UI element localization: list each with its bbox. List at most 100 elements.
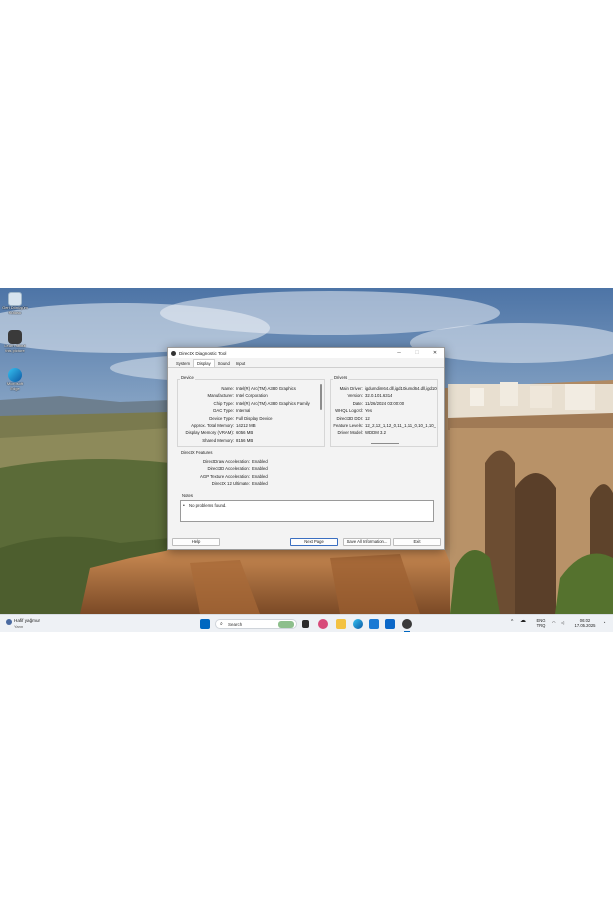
notes-text: No problems found. — [188, 503, 227, 508]
info-value: 32.0.101.6314 — [365, 393, 393, 399]
info-value: 14212 MB — [236, 422, 256, 428]
save-all-information-button[interactable]: Save All Information... — [343, 538, 391, 546]
volume-icon[interactable]: ◁ — [561, 620, 564, 625]
dxdiag-window: DirectX Diagnostic Tool ─ ☐ ✕ System Dis… — [167, 347, 445, 550]
help-button[interactable]: Help — [172, 538, 220, 546]
desktop-icon-label: Geri Dönüşüm Kutusu — [2, 305, 28, 315]
info-value: Enabled — [252, 459, 268, 464]
device-group: Device Name: Intel(R) Arc(TM) A380 Graphi… — [177, 375, 325, 447]
info-row: AGP Texture Acceleration: Enabled — [178, 473, 318, 480]
info-key: Feature Levels: — [333, 422, 363, 428]
info-value: Intel(R) Arc(TM) A380 Graphics Family — [236, 400, 310, 406]
info-key: WHQL Logo'd: — [335, 408, 363, 414]
info-key: DirectDraw Acceleration: — [202, 459, 250, 464]
widgets-icon[interactable] — [318, 619, 328, 629]
info-value: Enabled — [252, 466, 268, 472]
info-key: Display Memory (VRAM): — [185, 430, 234, 436]
info-row: Display Memory (VRAM): 6056 MB — [178, 429, 318, 436]
task-view-icon[interactable] — [302, 620, 309, 628]
show-hidden-icons-chevron-icon[interactable]: ^ — [511, 620, 513, 625]
title-bar[interactable]: DirectX Diagnostic Tool ─ ☐ ✕ — [168, 348, 444, 358]
close-button[interactable]: ✕ — [426, 350, 444, 356]
info-value: igdumdim64.dll,igd10iumd64.dll,igd10i — [364, 386, 437, 391]
info-value: Internal — [236, 408, 251, 414]
info-value: 11/26/2024 03:00:00 — [365, 400, 405, 406]
tab-input[interactable]: Input — [233, 360, 248, 367]
clock[interactable]: 06:02 17.05.2025 — [571, 618, 599, 628]
info-row: Main Driver: igdumdim64.dll,igd10iumd64.d… — [331, 385, 437, 392]
onedrive-icon[interactable]: ☁ — [520, 618, 526, 624]
language-indicator[interactable]: ENG TRQ — [534, 618, 548, 628]
info-key: Shared Memory: — [202, 437, 234, 443]
feature-rows: DirectDraw Acceleration: Enabled Direct3D … — [178, 458, 318, 488]
device-rows: Name: Intel(R) Arc(TM) A380 Graphics Manuf… — [178, 385, 318, 444]
keyboard-layout: TRQ — [536, 623, 546, 628]
active-app-indicator — [404, 631, 410, 632]
driver-rows: Main Driver: igdumdim64.dll,igd10iumd64.d… — [331, 385, 437, 437]
info-key: Direct3D Acceleration: — [207, 466, 250, 472]
info-value: Full Display Device — [236, 415, 273, 421]
photos-icon[interactable] — [369, 619, 379, 629]
minimize-button[interactable]: ─ — [390, 350, 408, 356]
info-key: Approx. Total Memory: — [191, 422, 234, 428]
info-value: 12 — [365, 415, 370, 421]
info-row: Direct3D DDI: 12 — [331, 415, 437, 422]
tab-sound[interactable]: Sound — [215, 360, 233, 367]
edge-taskbar-icon[interactable] — [353, 619, 363, 629]
exit-button[interactable]: Exit — [393, 538, 441, 546]
search-highlight-icon — [278, 621, 294, 628]
info-row: Chip Type: Intel(R) Arc(TM) A380 Graphics… — [178, 400, 318, 407]
next-page-button[interactable]: Next Page — [290, 538, 338, 546]
info-value: 6056 MB — [236, 430, 254, 436]
info-row: DAC Type: Internal — [178, 407, 318, 414]
info-value: Enabled — [252, 473, 268, 479]
tab-strip: System Display Sound Input — [168, 359, 444, 368]
info-key: Main Driver: — [339, 386, 363, 391]
taskbar-search[interactable]: ⌕ Search — [215, 619, 297, 629]
window-title: DirectX Diagnostic Tool — [179, 350, 227, 356]
drivers-group-title: Drivers — [333, 375, 349, 380]
info-value: 12_2,12_1,12_0,11_1,11_0,10_1,10_ — [365, 422, 437, 428]
features-group-title: DirectX Features — [180, 450, 214, 455]
info-row: Feature Levels: 12_2,12_1,12_0,11_1,11_0,… — [331, 422, 437, 429]
search-placeholder: Search — [228, 622, 243, 627]
file-explorer-icon[interactable] — [336, 619, 346, 629]
drivers-hscrollbar[interactable] — [371, 442, 399, 444]
device-scrollbar[interactable] — [320, 384, 322, 410]
maximize-button[interactable]: ☐ — [408, 350, 426, 356]
info-value: WDDM 3.2 — [365, 430, 387, 436]
notification-bell-icon[interactable]: ◔ — [603, 620, 606, 625]
tab-display[interactable]: Display — [192, 359, 215, 367]
info-row: WHQL Logo'd: Yes — [331, 407, 437, 414]
device-group-title: Device — [180, 375, 195, 380]
weather-widget[interactable]: Hafif yağmur Yarın — [6, 617, 66, 631]
wifi-icon[interactable]: ◠ — [552, 620, 556, 625]
info-row: Manufacturer: Intel Corporation — [178, 392, 318, 399]
notes-box[interactable]: • No problems found. — [180, 500, 434, 522]
desktop-icon-recycle-bin[interactable]: Geri Dönüşüm Kutusu — [2, 292, 28, 315]
desktop: Geri Dönüşüm Kutusu Learn about this pic… — [0, 288, 613, 632]
desktop-icon-label: Learn about this picture — [4, 343, 26, 353]
info-row: Approx. Total Memory: 14212 MB — [178, 422, 318, 429]
weather-title: Hafif yağmur — [14, 618, 41, 623]
info-key: Date: — [352, 400, 363, 406]
outlook-icon[interactable] — [402, 619, 412, 629]
desktop-icon-edge[interactable]: Microsoft Edge — [2, 368, 28, 391]
dxdiag-app-icon — [171, 350, 176, 356]
store-icon[interactable] — [385, 619, 395, 629]
info-value: Enabled — [252, 481, 268, 487]
edge-icon — [8, 368, 22, 382]
features-group: DirectX Features DirectDraw Acceleration… — [177, 450, 438, 490]
start-button[interactable] — [200, 619, 210, 629]
desktop-icon-learn-about-picture[interactable]: Learn about this picture — [2, 330, 28, 353]
info-value: Yes — [365, 408, 373, 414]
info-row: DirectDraw Acceleration: Enabled — [178, 458, 318, 465]
notes-title: Notes — [181, 493, 194, 498]
weather-subtitle: Yarın — [14, 624, 24, 629]
info-row: Date: 11/26/2024 03:00:00 — [331, 400, 437, 407]
info-row: Device Type: Full Display Device — [178, 415, 318, 422]
info-key: DAC Type: — [213, 408, 234, 414]
info-key: Direct3D DDI: — [336, 415, 363, 421]
info-row: Driver Model: WDDM 3.2 — [331, 429, 437, 436]
tab-system[interactable]: System — [173, 360, 193, 367]
